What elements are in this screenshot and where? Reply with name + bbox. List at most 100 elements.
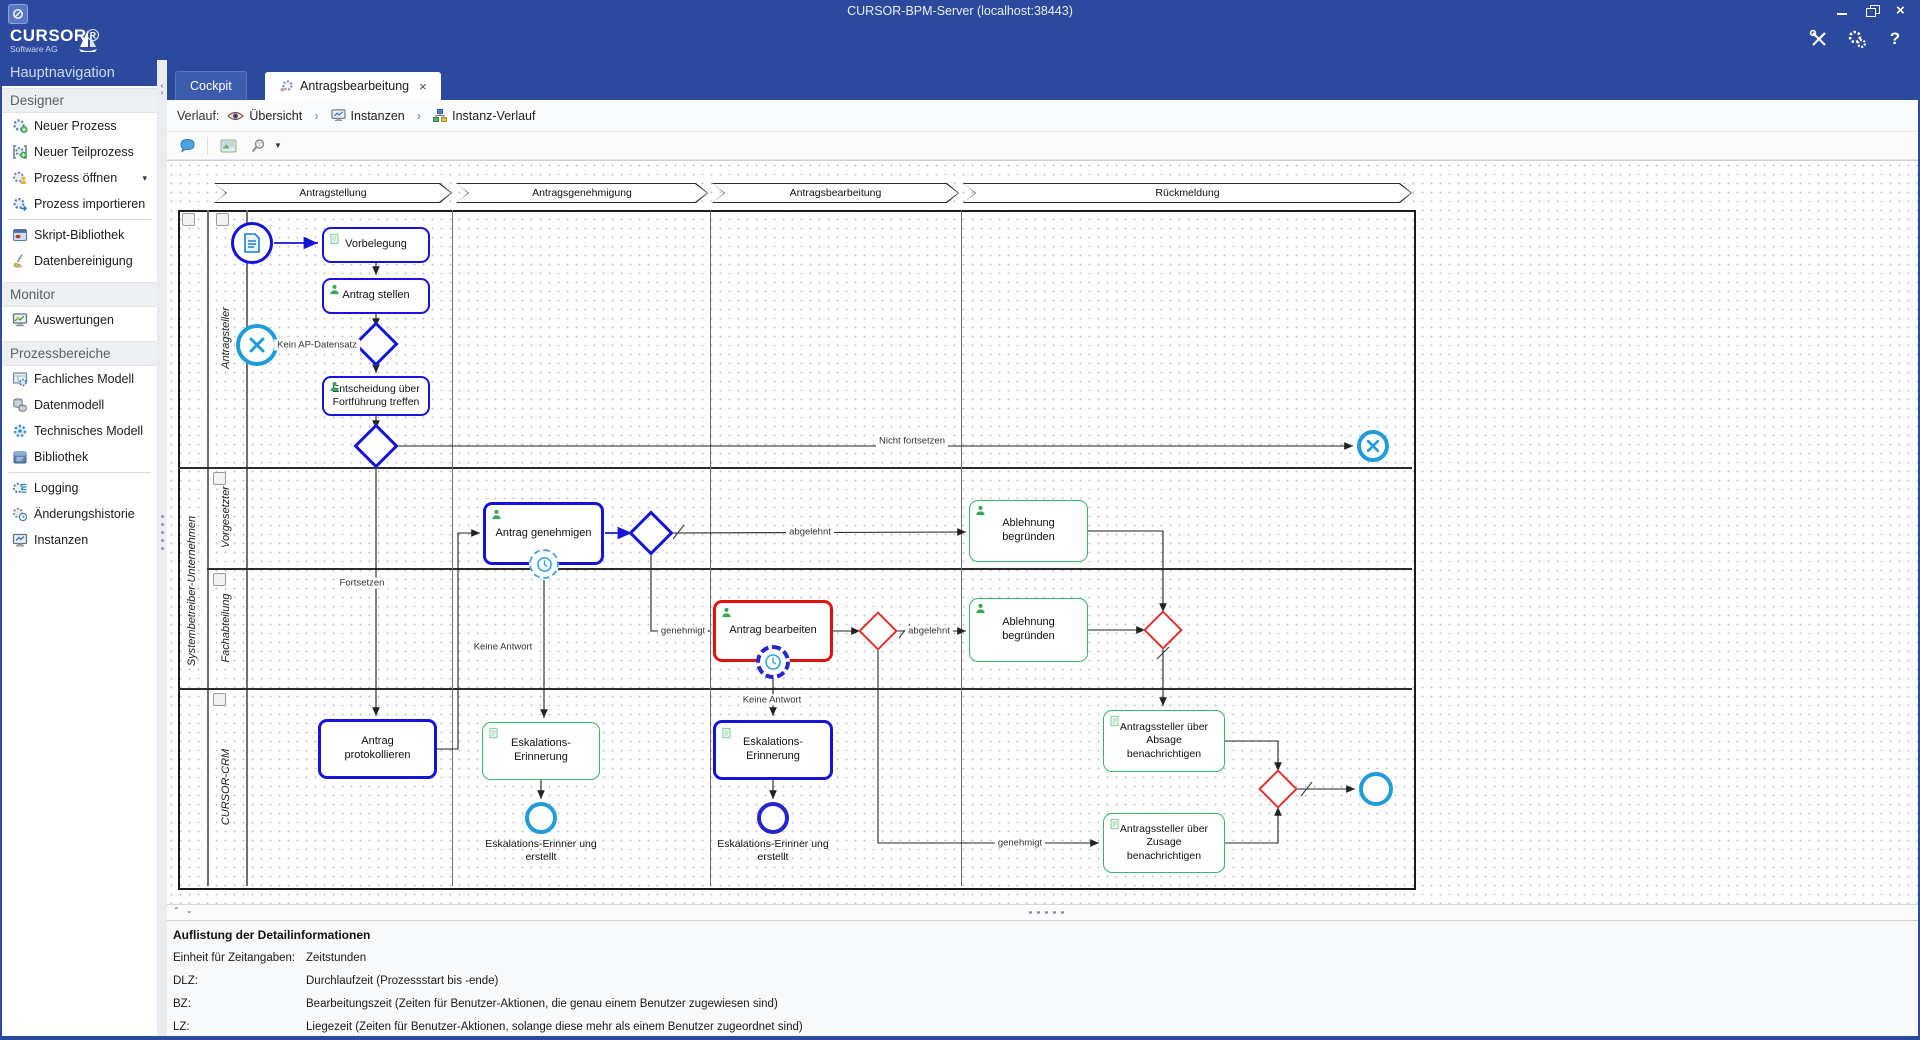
task-ablehnung-begruenden-1[interactable]: Ablehnung begründen <box>969 500 1088 562</box>
breadcrumb-instanzen[interactable]: Instanzen <box>331 109 405 123</box>
script-icon <box>1109 715 1120 731</box>
cancel-x-icon <box>1365 438 1381 454</box>
diagram-canvas[interactable]: Antragstellung Antragsgenehmigung Antrag… <box>167 160 1918 905</box>
comment-tool-button[interactable] <box>177 136 197 156</box>
divider <box>8 219 151 220</box>
gear-user-icon <box>12 170 28 186</box>
end-event-kein-datensatz[interactable] <box>236 324 278 366</box>
details-value: Liegezeit (Zeiten für Benutzer-Aktionen,… <box>306 1021 803 1033</box>
task-antrag-protokollieren[interactable]: Antrag protokollieren <box>318 719 437 779</box>
sidebar-item-datenmodell[interactable]: Datenmodell <box>2 392 157 418</box>
task-label: Eskalations-Erinnerung <box>490 737 592 765</box>
details-row: DLZ: Durchlaufzeit (Prozessstart bis -en… <box>167 969 1918 992</box>
sidebar-item-label: Prozess öffnen <box>34 171 117 185</box>
flow-label-nicht-fortsetzen: Nicht fortsetzen <box>876 436 948 447</box>
zoom-dropdown-caret[interactable]: ▼ <box>274 141 282 150</box>
sidebar-item-neuer-teilprozess[interactable]: Neuer Teilprozess <box>2 139 157 165</box>
breadcrumb-instanz-verlauf[interactable]: Instanz-Verlauf <box>433 109 535 123</box>
image-export-button[interactable] <box>218 136 238 156</box>
details-value: Zeitstunden <box>306 952 366 964</box>
task-entscheidung[interactable]: Entscheidung über Fortführung treffen <box>322 376 430 416</box>
breadcrumb-label: Instanz-Verlauf <box>452 109 535 123</box>
sidebar-item-aenderungshistorie[interactable]: Änderungshistorie <box>2 501 157 527</box>
task-ablehnung-begruenden-2[interactable]: Ablehnung begründen <box>969 598 1088 662</box>
tab-close-icon[interactable]: × <box>419 79 427 94</box>
settings-gears-icon[interactable] <box>1846 28 1868 50</box>
image-icon <box>220 139 237 153</box>
user-icon <box>329 381 340 396</box>
splitter-handle[interactable] <box>161 515 164 550</box>
sidebar-item-fachliches-modell[interactable]: Fachliches Modell <box>2 366 157 392</box>
task-label: Ablehnung begründen <box>977 616 1080 644</box>
restore-button[interactable] <box>1866 5 1880 17</box>
sidebar-item-label: Neuer Teilprozess <box>34 145 134 159</box>
breadcrumb-label: Übersicht <box>249 109 302 123</box>
section-designer: Designer <box>2 88 157 113</box>
cancel-x-icon <box>247 335 267 355</box>
sidebar-item-neuer-prozess[interactable]: Neuer Prozess <box>2 113 157 139</box>
tab-label: Cockpit <box>190 79 232 93</box>
end-event-eskalation-2[interactable] <box>757 802 789 834</box>
sidebar-item-logging[interactable]: Logging <box>2 475 157 501</box>
sidebar-item-prozess-importieren[interactable]: Prozess importieren <box>2 191 157 217</box>
end-event-eskalation-1[interactable] <box>525 802 557 834</box>
dropdown-caret-icon[interactable]: ▾ <box>142 173 147 184</box>
minimize-button[interactable] <box>1836 5 1850 17</box>
sidebar-item-skript-bibliothek[interactable]: Skript-Bibliothek <box>2 222 157 248</box>
user-icon <box>975 603 986 619</box>
end-event-final[interactable] <box>1359 772 1393 806</box>
timer-boundary-bearbeiten[interactable] <box>756 645 790 679</box>
sidebar-item-prozess-oeffnen[interactable]: Prozess öffnen ▾ <box>2 165 157 191</box>
clock-icon <box>536 556 553 573</box>
sidebar-item-auswertungen[interactable]: Auswertungen <box>2 307 157 333</box>
panel-splitter-handle[interactable] <box>1029 911 1064 914</box>
eye-icon <box>227 110 244 122</box>
brackets-plus-icon <box>12 144 28 160</box>
details-value: Bearbeitungszeit (Zeiten für Benutzer-Ak… <box>306 998 778 1010</box>
broom-icon <box>12 253 28 269</box>
help-icon[interactable]: ? <box>1884 28 1906 50</box>
task-vorbelegung[interactable]: Vorbelegung <box>322 227 430 263</box>
sidebar: Hauptnavigation Designer Neuer Prozess N… <box>2 60 157 1036</box>
start-event-document[interactable] <box>231 222 273 264</box>
tab-antragsbearbeitung[interactable]: Antragsbearbeitung × <box>265 72 441 100</box>
task-zusage-benachrichtigen[interactable]: Antragssteller über Zusage benachrichtig… <box>1103 813 1225 873</box>
details-label: DLZ: <box>173 975 306 987</box>
section-monitor: Monitor <box>2 282 157 307</box>
sidebar-item-label: Technisches Modell <box>34 424 143 438</box>
task-label: Ablehnung begründen <box>977 517 1080 545</box>
task-eskalations-erinnerung-1[interactable]: Eskalations-Erinnerung <box>482 722 600 780</box>
task-eskalations-erinnerung-2[interactable]: Eskalations-Erinnerung <box>713 720 833 780</box>
task-label: Antrag protokollieren <box>328 735 427 763</box>
close-button[interactable]: × <box>1896 5 1910 17</box>
script-icon <box>1109 818 1120 834</box>
tab-label: Antragsbearbeitung <box>300 79 409 93</box>
sidebar-item-technisches-modell[interactable]: Technisches Modell <box>2 418 157 444</box>
sidebar-item-bibliothek[interactable]: Bibliothek <box>2 444 157 470</box>
task-absage-benachrichtigen[interactable]: Antragssteller über Absage benachrichtig… <box>1103 710 1225 772</box>
breadcrumb-separator: › <box>417 108 421 123</box>
tools-icon[interactable] <box>1808 28 1830 50</box>
sidebar-splitter[interactable]: ‹› <box>157 60 167 1036</box>
sidebar-item-datenbereinigung[interactable]: Datenbereinigung <box>2 248 157 274</box>
process-tab-icon <box>279 79 294 94</box>
splitter-collapse-arrows[interactable]: ‹› <box>157 82 167 96</box>
task-label: Antrag genehmigen <box>495 527 591 541</box>
task-antrag-stellen[interactable]: Antrag stellen <box>322 278 430 314</box>
sidebar-item-instanzen[interactable]: Instanzen <box>2 527 157 553</box>
panel-splitter[interactable]: ⌃ ⌄ <box>167 904 1918 921</box>
breadcrumb: Verlauf: Übersicht › Instanzen › Instanz… <box>167 100 1918 132</box>
breadcrumb-label: Instanzen <box>351 109 405 123</box>
magnifier-icon <box>250 138 266 154</box>
breadcrumb-uebersicht[interactable]: Übersicht <box>227 109 302 123</box>
panel-collapse-arrows[interactable]: ⌃ ⌄ <box>173 906 195 915</box>
tab-cockpit[interactable]: Cockpit <box>175 71 247 100</box>
end-event-nicht-fortsetzen[interactable] <box>1357 430 1389 462</box>
script-library-icon <box>12 227 28 243</box>
monitor-chart-icon <box>12 312 28 328</box>
zoom-tool-button[interactable] <box>248 136 268 156</box>
sidebar-item-label: Datenbereinigung <box>34 254 133 268</box>
event-label-eskalation-1: Eskalations-Erinner ung erstellt <box>485 838 597 863</box>
timer-boundary-genehmigen[interactable] <box>529 549 559 579</box>
task-label: Antragssteller über Absage benachrichtig… <box>1111 721 1217 760</box>
